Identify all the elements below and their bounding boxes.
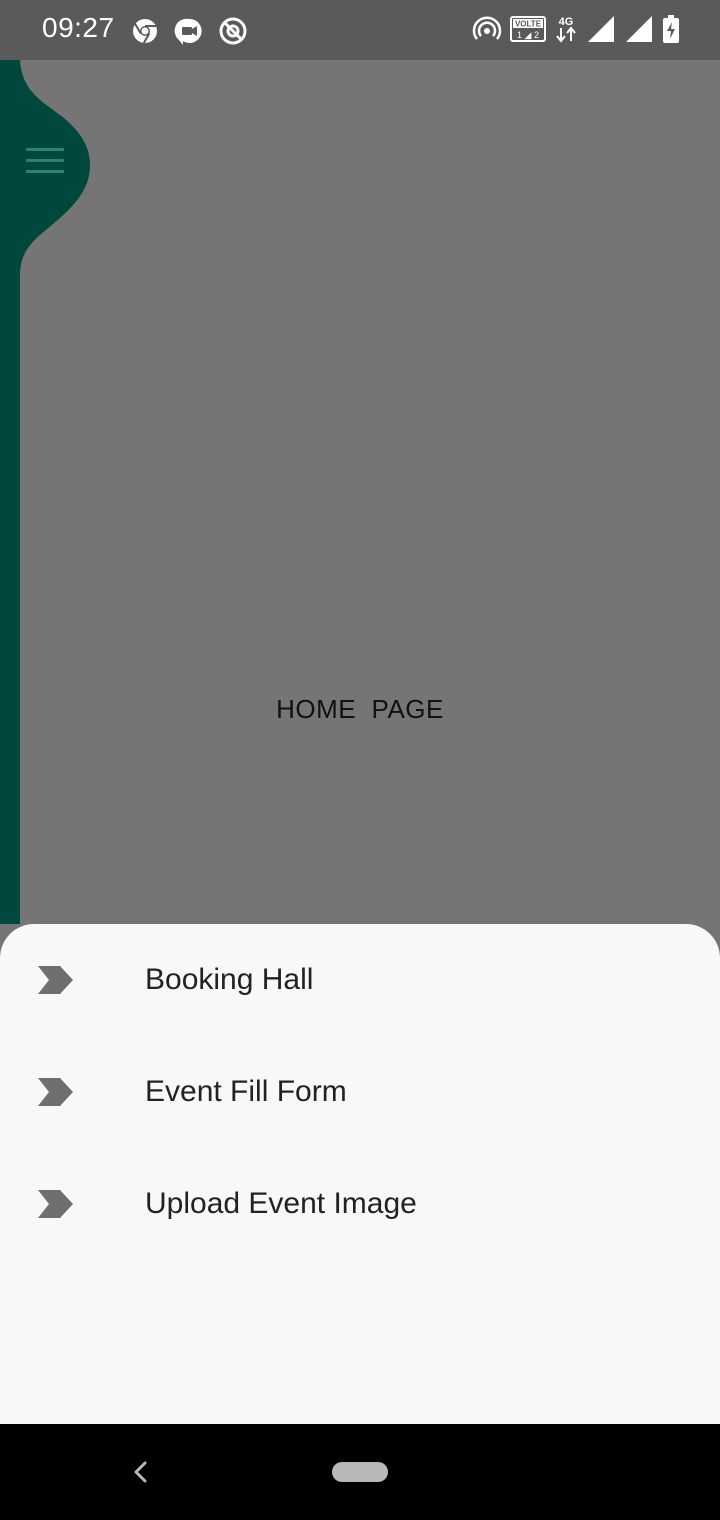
battery-charging-icon <box>663 15 679 43</box>
home-pill-icon[interactable] <box>332 1462 388 1482</box>
signal-icon <box>588 16 614 42</box>
chevron-arrow-icon <box>38 1078 73 1106</box>
chevron-arrow-icon <box>38 966 73 994</box>
chrome-icon <box>133 19 157 44</box>
status-time: 09:27 <box>42 12 115 43</box>
signal-icon <box>626 16 652 42</box>
sheet-item-label: Event Fill Form <box>145 1075 347 1108</box>
sheet-item-event-fill-form[interactable]: Event Fill Form <box>0 1036 720 1148</box>
back-icon[interactable] <box>128 1458 152 1486</box>
hamburger-menu-icon[interactable] <box>26 148 64 180</box>
hotspot-icon <box>472 16 502 40</box>
chevron-arrow-icon <box>38 1190 73 1218</box>
screen: 09:27 VOLTE 1 ◢ 2 4G HOME PAGE Booking H… <box>0 0 720 1520</box>
status-left-icons <box>130 16 248 46</box>
sheet-item-label: Booking Hall <box>145 963 314 996</box>
blocked-icon <box>219 17 247 45</box>
volte-label: VOLTE <box>515 20 542 29</box>
navigation-bar <box>0 1424 720 1520</box>
status-right-icons: VOLTE 1 ◢ 2 4G <box>472 14 680 44</box>
status-bar: 09:27 VOLTE 1 ◢ 2 4G <box>0 0 720 60</box>
page-title: HOME PAGE <box>276 694 444 724</box>
sheet-item-booking-hall[interactable]: Booking Hall <box>0 924 720 1036</box>
sheet-item-label: Upload Event Image <box>145 1187 417 1220</box>
meet-icon <box>174 18 202 45</box>
4g-icon: 4G <box>556 16 576 43</box>
bottom-sheet: Booking Hall Event Fill Form Upload Even… <box>0 924 720 1424</box>
network-label: 4G <box>559 16 574 28</box>
svg-text:1 ◢ 2: 1 ◢ 2 <box>517 30 539 40</box>
volte-icon: VOLTE 1 ◢ 2 <box>510 16 546 42</box>
sheet-item-upload-event-image[interactable]: Upload Event Image <box>0 1148 720 1260</box>
